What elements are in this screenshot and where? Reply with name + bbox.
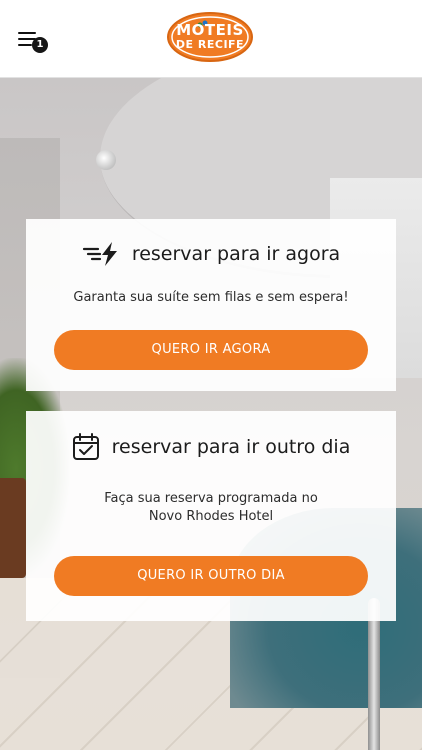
logo-text-line1: MOTEIS: [176, 21, 244, 39]
reserve-now-description: Garanta sua suíte sem filas e sem espera…: [73, 290, 349, 305]
fast-lightning-icon: [82, 242, 117, 266]
reserve-other-title: reservar para ir outro dia: [111, 436, 351, 458]
reserve-other-description: Faça sua reserva programada no Novo Rhod…: [26, 490, 396, 526]
menu-button[interactable]: 1: [16, 30, 50, 56]
notification-badge: 1: [32, 37, 48, 53]
reserve-other-description-line2: Novo Rhodes Hotel: [148, 509, 274, 524]
reserve-other-description-line1: Faça sua reserva programada no: [104, 491, 318, 506]
app-header: 1 MOTEIS DE RECIFE: [0, 0, 422, 78]
plant-pot: [0, 478, 26, 578]
logo-text-line2: DE RECIFE: [175, 38, 245, 51]
reserve-other-day-card: reservar para ir outro dia Faça sua rese…: [26, 411, 396, 621]
calendar-check-icon: [72, 433, 99, 460]
reserve-other-title-row: reservar para ir outro dia: [26, 433, 396, 461]
reserve-now-title-row: reservar para ir agora: [26, 241, 396, 267]
reserve-other-day-button[interactable]: QUERO IR OUTRO DIA: [54, 556, 368, 596]
reserve-now-card: reservar para ir agora Garanta sua suíte…: [26, 219, 396, 391]
ceiling-lamp: [96, 150, 116, 170]
hamburger-icon: [18, 32, 36, 34]
hamburger-icon-line: [18, 44, 32, 46]
reserve-now-title: reservar para ir agora: [131, 243, 341, 265]
brand-logo[interactable]: MOTEIS DE RECIFE: [167, 12, 253, 62]
reserve-now-button[interactable]: QUERO IR AGORA: [54, 330, 368, 370]
